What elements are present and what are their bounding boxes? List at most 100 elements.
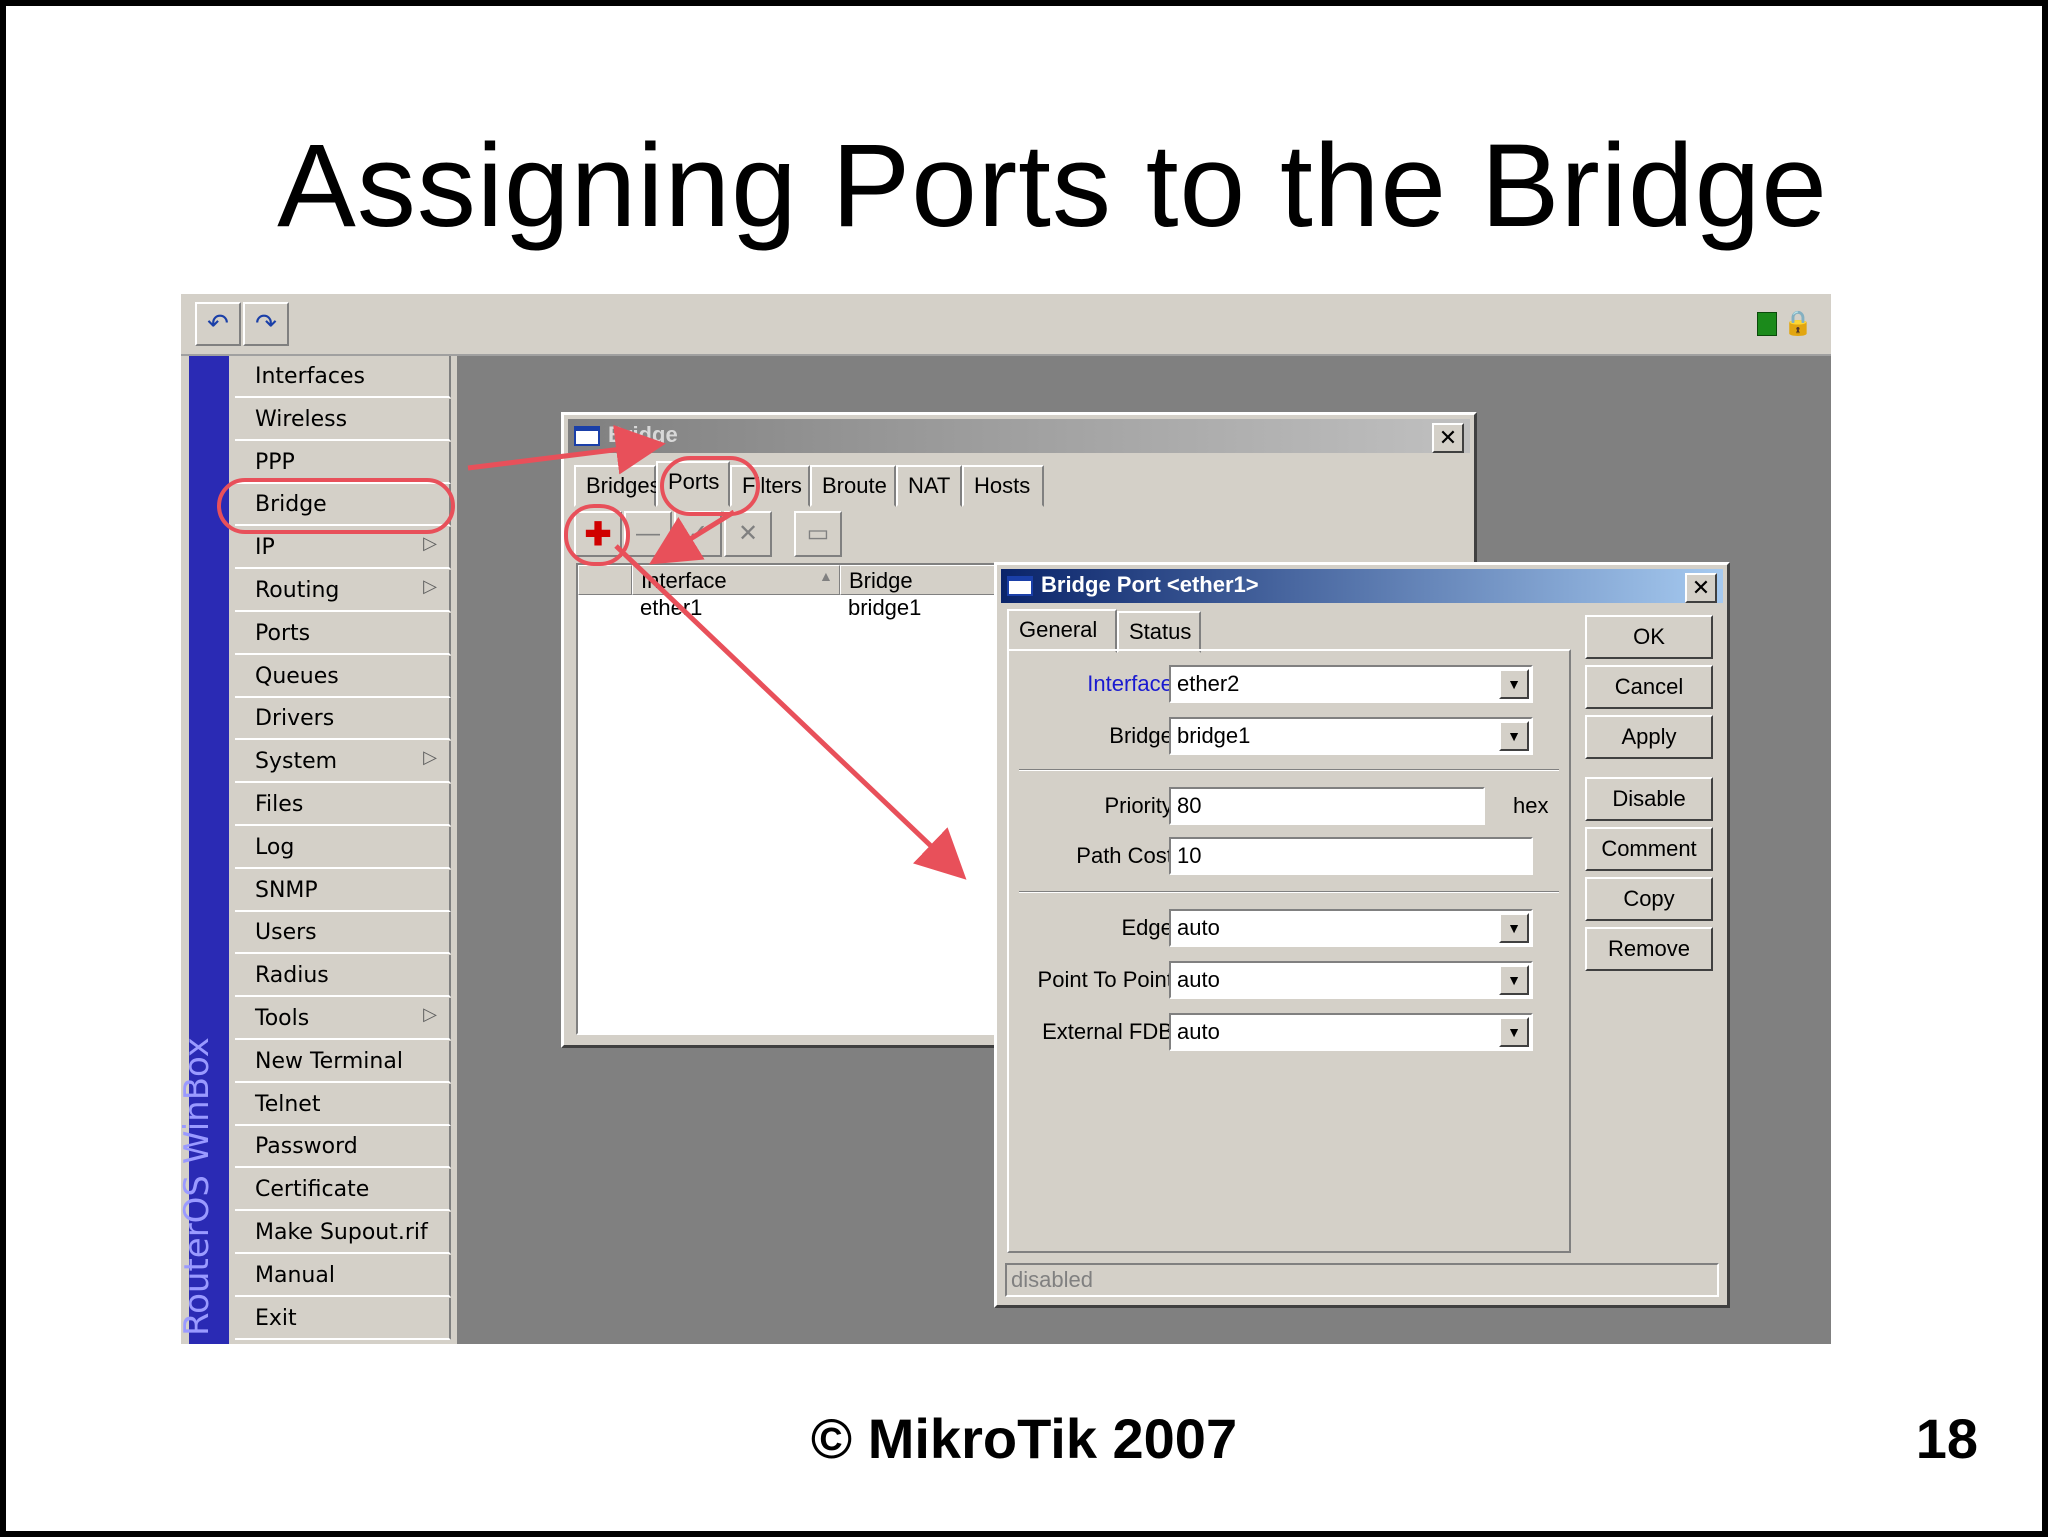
- bridge-select[interactable]: bridge1 ▼: [1169, 717, 1533, 755]
- tab-bridges[interactable]: Bridges: [574, 465, 661, 507]
- undo-icon[interactable]: ↶: [195, 302, 241, 346]
- sidebar-item-telnet[interactable]: Telnet: [235, 1083, 451, 1126]
- sidebar-item-label: Wireless: [255, 406, 348, 432]
- remove-button[interactable]: Remove: [1585, 927, 1713, 971]
- disable-icon[interactable]: ✕: [724, 511, 772, 557]
- close-icon[interactable]: ✕: [1432, 423, 1464, 453]
- remove-icon[interactable]: —: [624, 511, 672, 557]
- sidebar-item-queues[interactable]: Queues: [235, 655, 451, 698]
- redo-icon[interactable]: ↷: [243, 302, 289, 346]
- slide: Assigning Ports to the Bridge ↶ ↷ 🔒 Rout…: [6, 6, 2042, 1531]
- sidebar-item-routing[interactable]: Routing ▷: [235, 570, 451, 612]
- sidebar-item-label: IP: [255, 535, 275, 561]
- general-panel: Interface: ether2 ▼ Bridge: bridge1 ▼ Prio…: [1007, 649, 1571, 1253]
- sidebar-item-label: Make Supout.rif: [255, 1220, 428, 1245]
- sidebar-item-label: Ports: [255, 620, 311, 646]
- status-text: disabled: [1011, 1267, 1093, 1292]
- table-header-blank: [578, 565, 632, 595]
- bridge-port-titlebar[interactable]: Bridge Port <ether1> ✕: [1001, 569, 1723, 603]
- path-cost-input[interactable]: 10: [1169, 837, 1533, 875]
- sidebar-item-label: Drivers: [255, 706, 335, 732]
- chevron-down-icon[interactable]: ▼: [1499, 721, 1529, 751]
- sidebar-item-exit[interactable]: Exit: [235, 1297, 451, 1340]
- sidebar-item-users[interactable]: Users: [235, 912, 451, 955]
- sidebar-item-log[interactable]: Log: [235, 826, 451, 869]
- disable-button[interactable]: Disable: [1585, 777, 1713, 821]
- sidebar-item-make-supout-rif[interactable]: Make Supout.rif: [235, 1212, 451, 1254]
- page-number: 18: [1915, 1407, 1978, 1470]
- sidebar-item-tools[interactable]: Tools ▷: [235, 998, 451, 1040]
- brand-text: RouterOS WinBox: [177, 1037, 217, 1336]
- status-icons: 🔒: [1757, 308, 1817, 338]
- tab-broute[interactable]: Broute: [810, 465, 896, 507]
- chevron-right-icon: ▷: [423, 747, 437, 769]
- sidebar-item-label: Certificate: [255, 1177, 370, 1203]
- highlight-add-button: [564, 504, 630, 566]
- sidebar-item-label: Exit: [255, 1305, 297, 1331]
- table-cell-bridge[interactable]: bridge1: [848, 595, 921, 623]
- chevron-down-icon[interactable]: ▼: [1499, 965, 1529, 995]
- sidebar-item-manual[interactable]: Manual: [235, 1254, 451, 1297]
- edge-select[interactable]: auto ▼: [1169, 909, 1533, 947]
- sidebar-item-interfaces[interactable]: Interfaces: [235, 356, 451, 398]
- bridge-port-dialog: Bridge Port <ether1> ✕ General Status In…: [994, 562, 1730, 1308]
- cancel-button[interactable]: Cancel: [1585, 665, 1713, 709]
- sidebar-item-label: New Terminal: [255, 1048, 403, 1074]
- separator: [1019, 769, 1559, 771]
- interface-select[interactable]: ether2 ▼: [1169, 665, 1533, 703]
- status-bar: disabled: [1005, 1263, 1719, 1297]
- copy-button[interactable]: Copy: [1585, 877, 1713, 921]
- comment-icon[interactable]: ▭: [794, 511, 842, 557]
- separator: [1019, 891, 1559, 893]
- slide-title: Assigning Ports to the Bridge: [277, 120, 1828, 252]
- highlight-ports-tab: [660, 456, 760, 516]
- sidebar-item-label: Radius: [255, 963, 329, 989]
- priority-unit: hex: [1513, 793, 1549, 818]
- path-cost-label: Path Cost:: [1076, 843, 1179, 868]
- enable-icon[interactable]: ✓: [674, 511, 722, 557]
- sidebar-item-new-terminal[interactable]: New Terminal: [235, 1040, 451, 1083]
- table-header-interface[interactable]: Interface ▲: [632, 565, 840, 595]
- external-fdb-select[interactable]: auto ▼: [1169, 1013, 1533, 1051]
- winbox-toolbar: ↶ ↷ 🔒: [181, 294, 1831, 356]
- priority-label: Priority:: [1104, 793, 1179, 818]
- chevron-down-icon[interactable]: ▼: [1499, 1017, 1529, 1047]
- sidebar-item-label: Interfaces: [255, 364, 365, 389]
- sidebar-item-label: SNMP: [255, 877, 318, 903]
- sidebar-item-label: PPP: [255, 449, 295, 475]
- table-cell-interface[interactable]: ether1: [640, 595, 702, 623]
- sidebar-item-drivers[interactable]: Drivers: [235, 698, 451, 741]
- highlight-bridge-menu: [217, 478, 455, 534]
- apply-button[interactable]: Apply: [1585, 715, 1713, 759]
- comment-button[interactable]: Comment: [1585, 827, 1713, 871]
- sidebar-item-label: Queues: [255, 663, 339, 689]
- priority-input[interactable]: 80: [1169, 787, 1485, 825]
- chevron-right-icon: ▷: [423, 1004, 437, 1025]
- sidebar-item-radius[interactable]: Radius: [235, 955, 451, 998]
- sidebar-item-label: Telnet: [255, 1091, 321, 1117]
- lock-icon: 🔒: [1783, 309, 1813, 337]
- sidebar-item-snmp[interactable]: SNMP: [235, 869, 451, 912]
- sidebar-item-label: Files: [255, 792, 304, 817]
- sidebar-item-certificate[interactable]: Certificate: [235, 1169, 451, 1212]
- sidebar-item-files[interactable]: Files: [235, 784, 451, 826]
- external-fdb-label: External FDB:: [1042, 1019, 1179, 1044]
- close-icon[interactable]: ✕: [1685, 573, 1717, 603]
- ok-button[interactable]: OK: [1585, 615, 1713, 659]
- tab-general[interactable]: General: [1007, 609, 1117, 653]
- sidebar-item-ports[interactable]: Ports: [235, 612, 451, 655]
- sidebar-item-password[interactable]: Password: [235, 1126, 451, 1169]
- point-to-point-select[interactable]: auto ▼: [1169, 961, 1533, 999]
- tab-hosts[interactable]: Hosts: [962, 465, 1044, 507]
- connection-status-icon: [1757, 312, 1777, 336]
- tab-status[interactable]: Status: [1117, 611, 1201, 653]
- window-icon: [574, 426, 600, 446]
- sidebar-item-label: System: [255, 749, 338, 775]
- chevron-down-icon[interactable]: ▼: [1499, 913, 1529, 943]
- sidebar-item-system[interactable]: System ▷: [235, 741, 451, 784]
- sidebar-item-wireless[interactable]: Wireless: [235, 398, 451, 441]
- chevron-down-icon[interactable]: ▼: [1499, 669, 1529, 699]
- bridge-titlebar[interactable]: Bridge ✕: [568, 419, 1470, 453]
- tab-nat[interactable]: NAT: [896, 465, 962, 507]
- bridge-window-title: Bridge: [608, 422, 678, 447]
